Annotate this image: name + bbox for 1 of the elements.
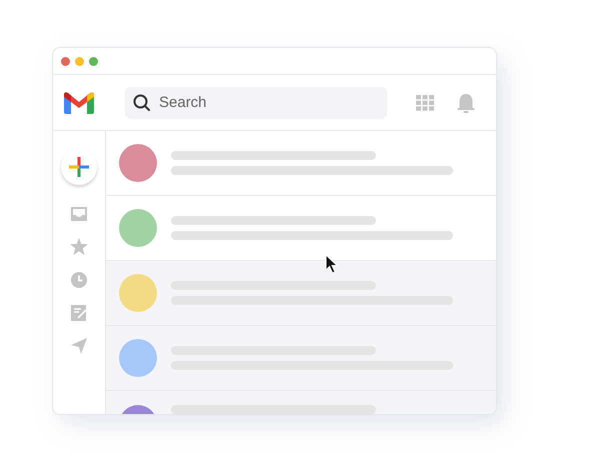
search-field[interactable]: Search — [125, 86, 387, 118]
